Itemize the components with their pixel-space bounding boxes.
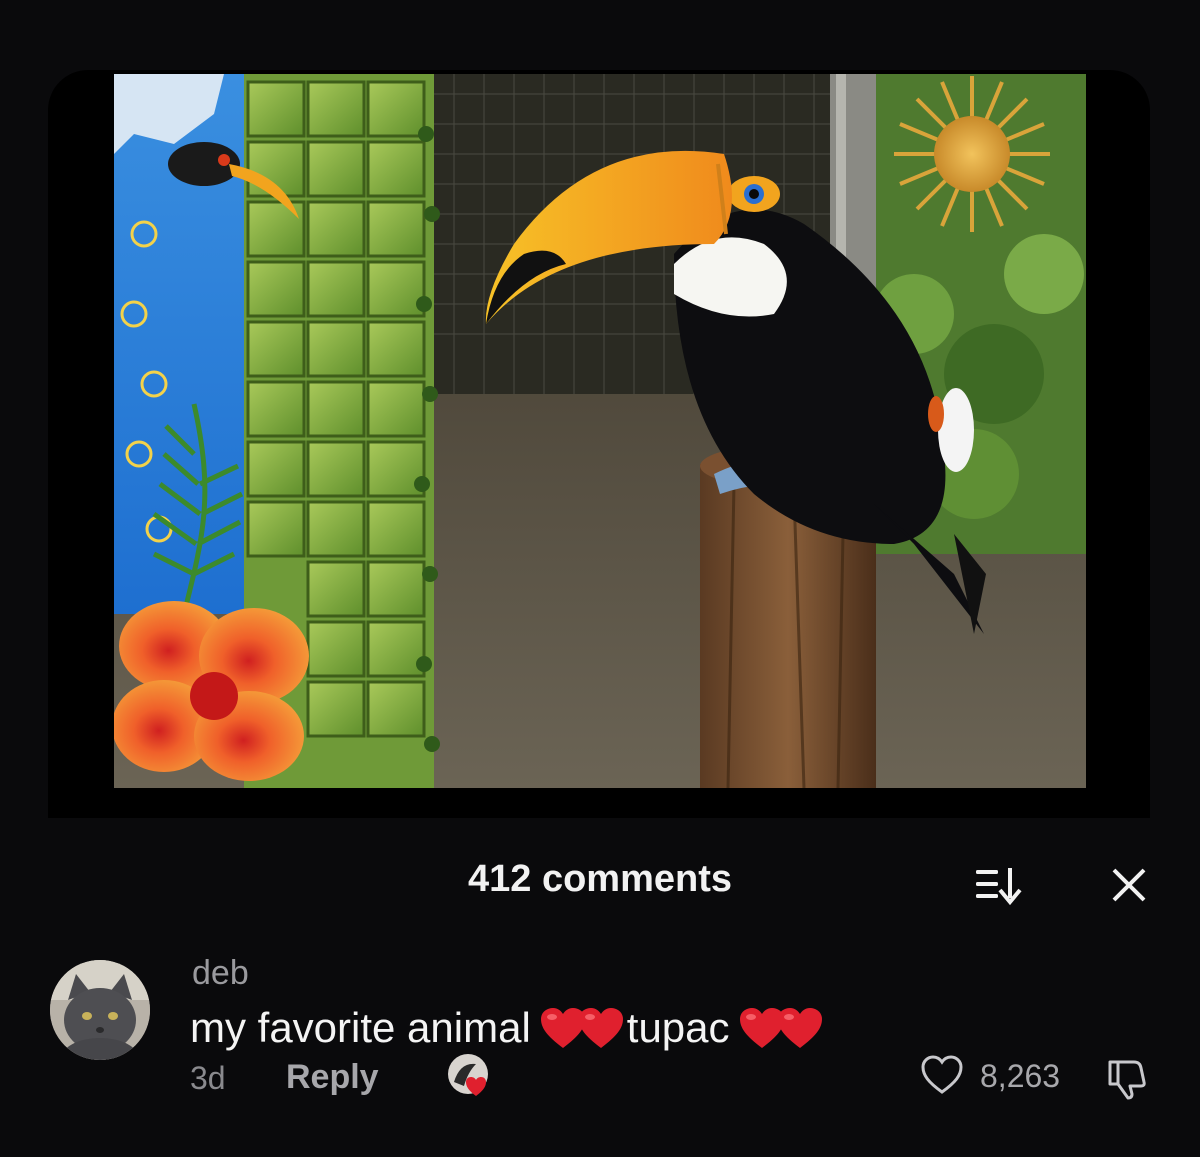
close-icon[interactable] <box>1106 862 1152 908</box>
comment-timestamp: 3d <box>190 1060 226 1096</box>
avatar[interactable] <box>50 960 150 1060</box>
tiktok-comments-screen: 412 comments deb my favorite animal tupa… <box>0 0 1200 1157</box>
heart-emoji-pair <box>533 1006 625 1050</box>
video-player[interactable] <box>48 70 1150 830</box>
creator-liked-avatar-icon <box>448 1054 488 1096</box>
red-heart-emoji-icon <box>578 1008 623 1048</box>
like-count: 8,263 <box>980 1058 1061 1094</box>
heart-outline-icon[interactable] <box>920 1054 964 1096</box>
sort-icon[interactable] <box>970 862 1026 908</box>
comment-text-part1: my favorite animal <box>190 1004 531 1051</box>
comment-username[interactable]: deb <box>192 954 249 993</box>
video-frame-toucan-image <box>114 74 1086 788</box>
comment-item: deb my favorite animal tupac <box>0 948 1200 1157</box>
comments-sheet: 412 comments deb my favorite animal tupa… <box>0 818 1200 1157</box>
heart-emoji-pair <box>732 1006 824 1050</box>
comment-text-part2: tupac <box>626 1004 730 1051</box>
red-heart-emoji-icon <box>777 1008 822 1048</box>
comment-text: my favorite animal tupac <box>190 1004 826 1052</box>
reply-button[interactable]: Reply <box>286 1058 379 1097</box>
thumbs-down-icon[interactable] <box>1104 1054 1150 1100</box>
